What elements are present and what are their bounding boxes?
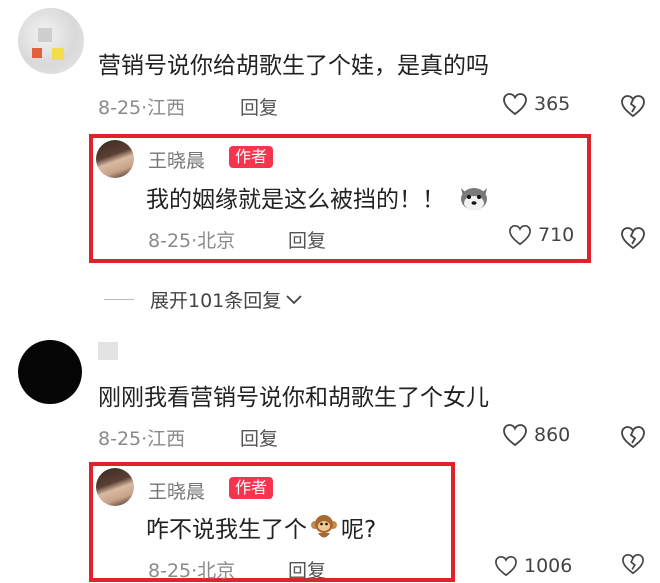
dislike-button[interactable] xyxy=(620,226,646,254)
reply-date: 8-25 xyxy=(148,230,192,252)
like-count: 1006 xyxy=(524,555,573,577)
heart-icon xyxy=(509,225,531,246)
husky-emoji-icon xyxy=(461,188,487,210)
expand-label: 展开101条回复 xyxy=(150,290,282,312)
reply-button[interactable]: 回复 xyxy=(240,424,278,451)
commenter-avatar[interactable] xyxy=(18,340,82,404)
like-button[interactable]: 710 xyxy=(508,224,574,246)
broken-heart-icon xyxy=(621,95,645,118)
reply-location: 北京 xyxy=(197,560,236,582)
comment-date: 8-25 xyxy=(98,428,142,450)
monkey-emoji-icon xyxy=(311,515,337,538)
reply-button[interactable]: 回复 xyxy=(288,556,326,583)
comment-date: 8-25 xyxy=(98,97,142,119)
author-badge: 作者 xyxy=(229,146,274,168)
broken-heart-icon xyxy=(621,426,645,449)
author-avatar[interactable] xyxy=(96,468,134,506)
reply-text: 我的姻缘就是这么被挡的！！ xyxy=(146,180,491,214)
comment-location: 江西 xyxy=(147,428,186,450)
commenter-avatar[interactable] xyxy=(18,8,84,74)
comment-text: 营销号说你给胡歌生了个娃，是真的吗 xyxy=(98,53,489,79)
reply-button[interactable]: 回复 xyxy=(288,226,326,253)
chevron-down-icon xyxy=(286,294,302,304)
broken-heart-icon xyxy=(622,554,644,575)
like-count: 710 xyxy=(538,224,575,246)
expand-replies-button[interactable]: 展开101条回复 xyxy=(104,286,303,313)
comment-meta: 8-25·江西 xyxy=(98,428,186,450)
reply-date: 8-25 xyxy=(148,560,192,582)
like-button[interactable]: 365 xyxy=(502,92,570,116)
reply-meta: 8-25·北京 xyxy=(148,560,236,582)
author-name[interactable]: 王晓晨 xyxy=(148,477,205,504)
reply-text: 咋不说我生了个 呢? xyxy=(146,510,376,544)
like-count: 860 xyxy=(534,424,571,446)
heart-icon xyxy=(495,556,517,577)
divider xyxy=(104,299,134,300)
comment-text: 刚刚我看营销号说你和胡歌生了个女儿 xyxy=(98,385,489,411)
author-name[interactable]: 王晓晨 xyxy=(148,146,205,173)
dislike-button[interactable] xyxy=(620,425,646,453)
like-button[interactable]: 1006 xyxy=(494,555,572,577)
author-avatar[interactable] xyxy=(96,140,134,178)
reply-location: 北京 xyxy=(197,230,236,252)
broken-heart-icon xyxy=(621,227,645,250)
comment-location: 江西 xyxy=(147,97,186,119)
heart-icon xyxy=(503,424,527,447)
like-count: 365 xyxy=(534,93,571,115)
dislike-button[interactable] xyxy=(620,94,646,122)
commenter-name[interactable] xyxy=(98,342,118,360)
like-button[interactable]: 860 xyxy=(502,423,570,447)
reply-meta: 8-25·北京 xyxy=(148,230,236,252)
comment-meta: 8-25·江西 xyxy=(98,97,186,119)
reply-button[interactable]: 回复 xyxy=(240,93,278,120)
author-badge: 作者 xyxy=(229,477,274,499)
dislike-button[interactable] xyxy=(620,553,646,579)
heart-icon xyxy=(503,93,527,116)
